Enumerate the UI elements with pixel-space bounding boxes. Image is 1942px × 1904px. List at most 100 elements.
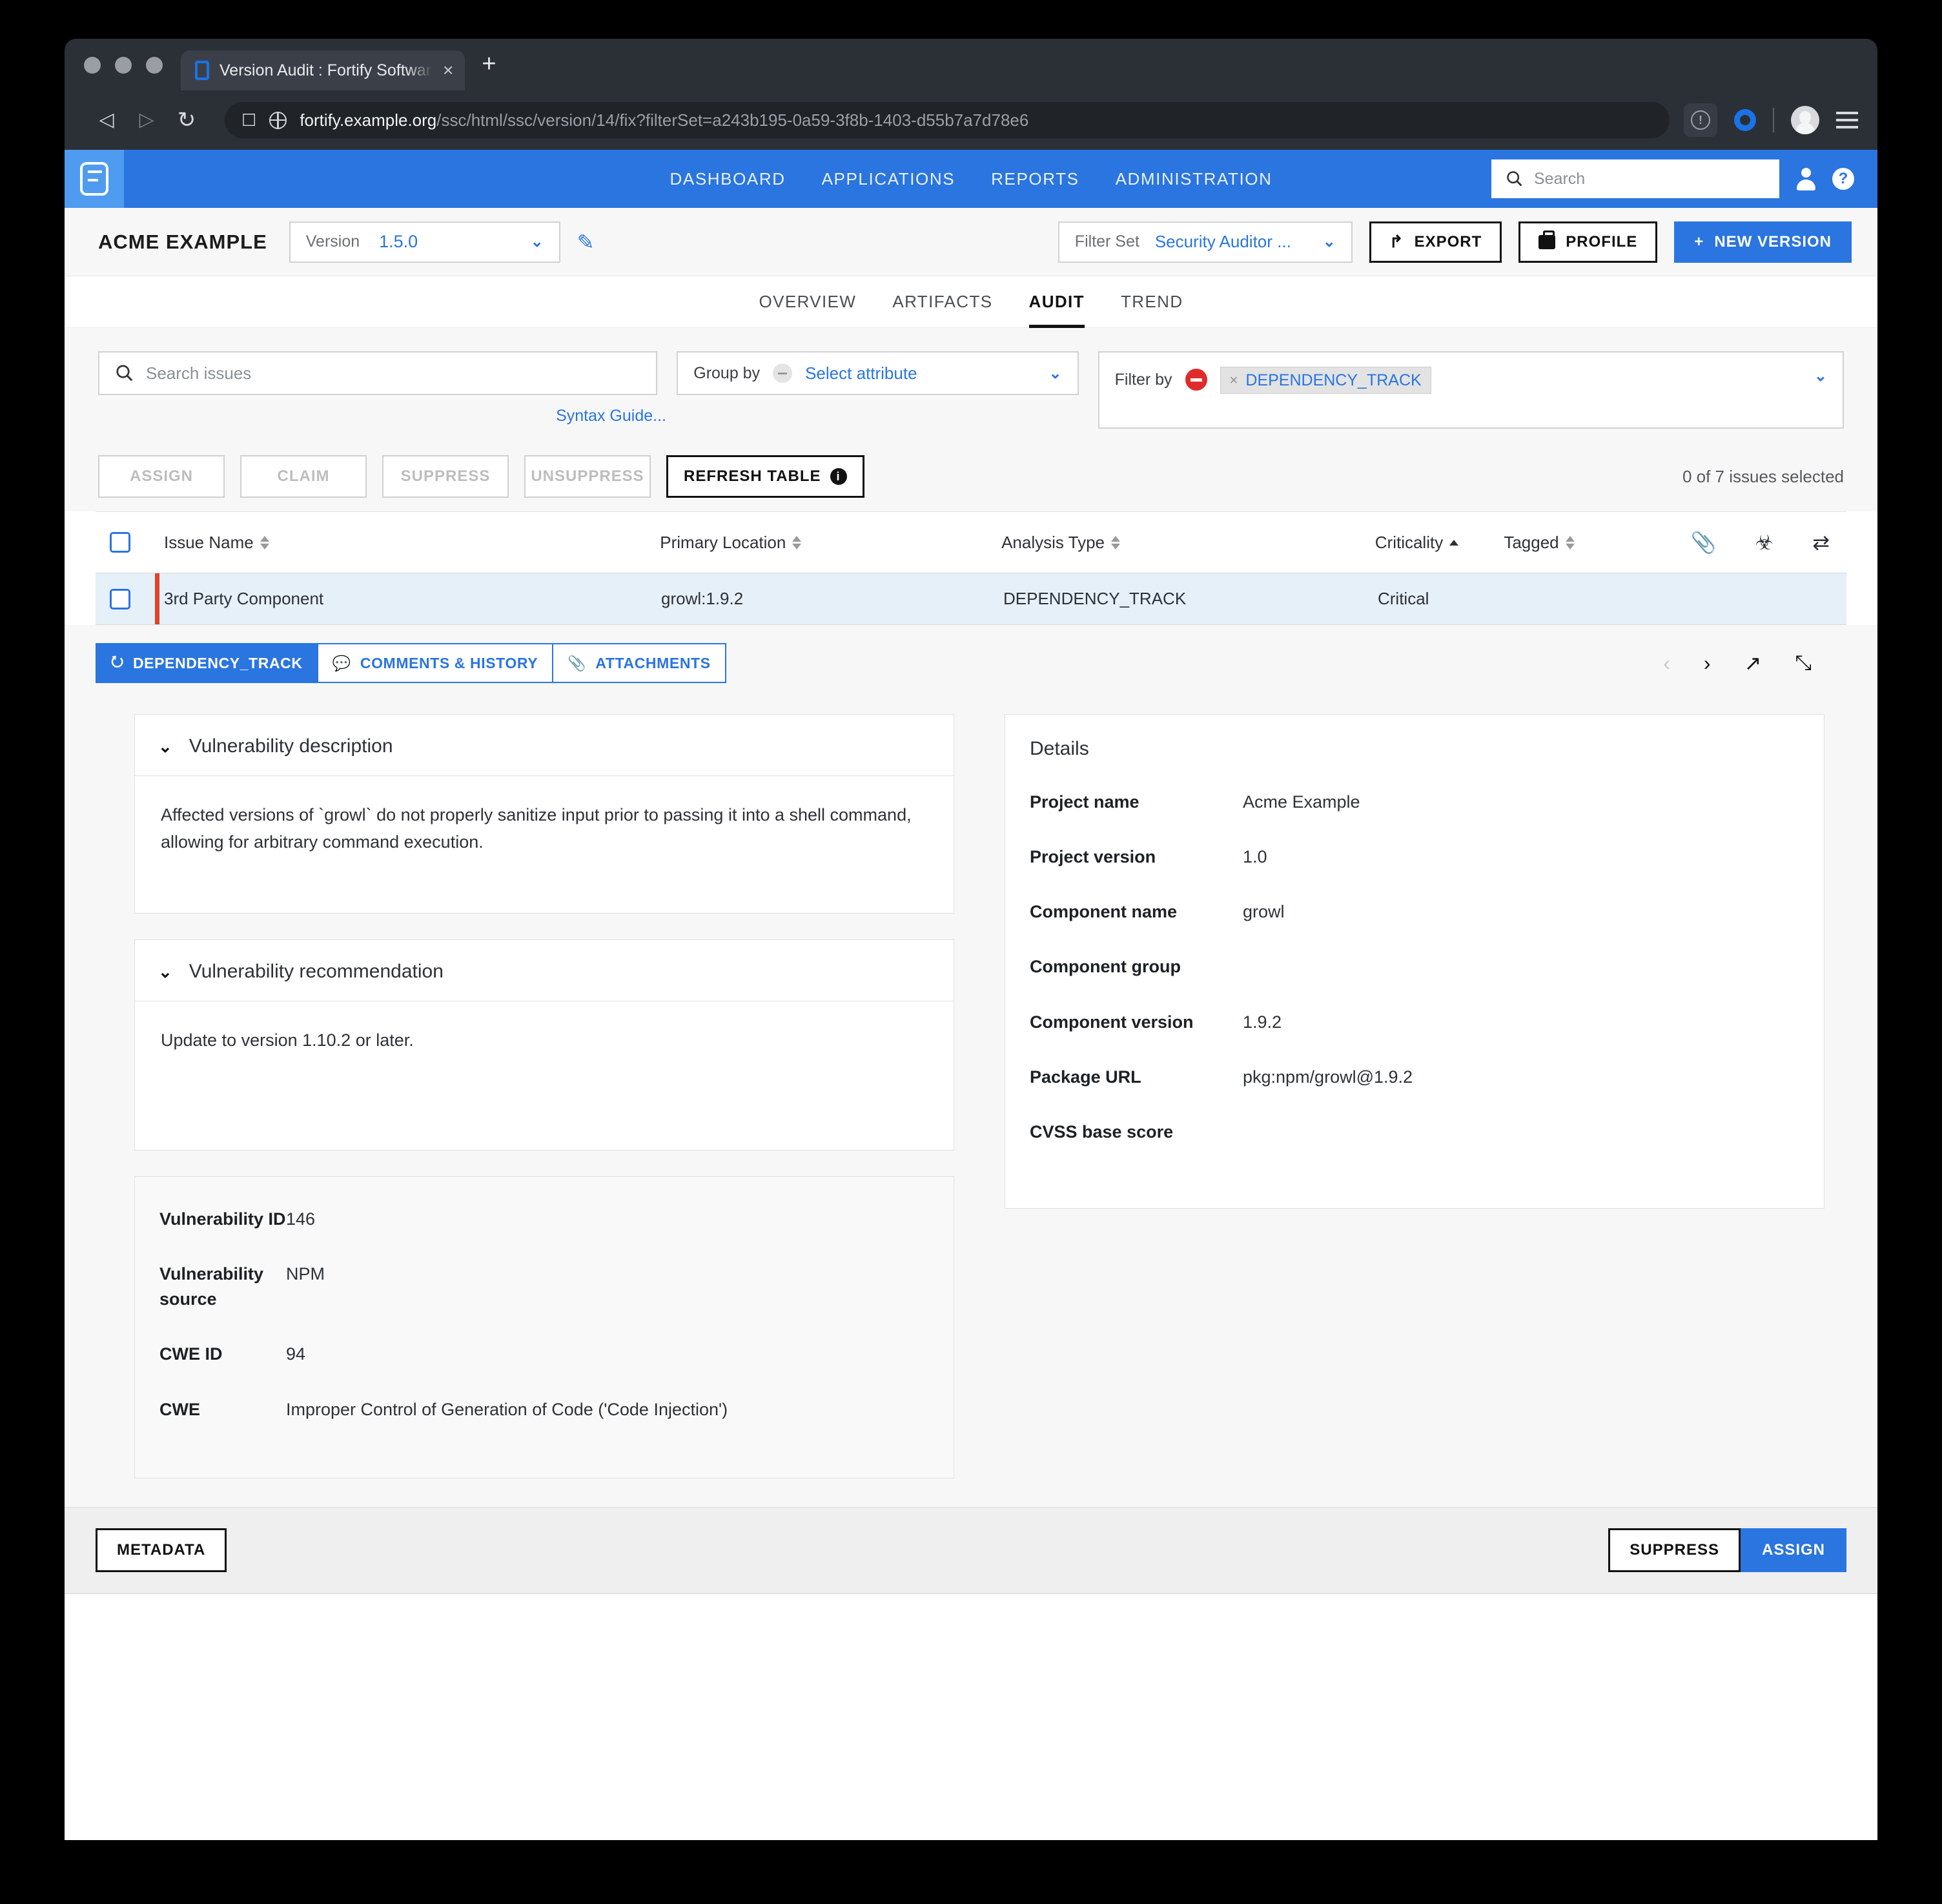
column-header-issue-name[interactable]: Issue Name <box>164 533 660 553</box>
nav-item-reports[interactable]: REPORTS <box>991 169 1079 189</box>
detail-footer-right: SUPPRESS ASSIGN <box>1608 1528 1846 1573</box>
next-issue-icon[interactable]: › <box>1704 651 1711 675</box>
transfer-icon[interactable]: ⇄ <box>1812 530 1830 555</box>
cell-primary-location: growl:1.9.2 <box>661 589 744 608</box>
search-icon <box>1507 171 1522 187</box>
open-external-icon[interactable]: ↗ <box>1744 651 1762 675</box>
filter-set-selector[interactable]: Filter Set Security Auditor ... ⌄ <box>1058 221 1353 263</box>
tab-title: Version Audit : Fortify Software S <box>220 61 433 79</box>
global-search-input[interactable]: Search <box>1491 159 1779 198</box>
suppress-button[interactable]: SUPPRESS <box>1608 1528 1741 1573</box>
syntax-guide-link[interactable]: Syntax Guide... <box>98 407 666 425</box>
card-header[interactable]: ⌄ Vulnerability description <box>135 715 954 776</box>
details-row: Project name Acme Example <box>1022 790 1801 845</box>
version-selector[interactable]: Version 1.5.0 ⌄ <box>289 221 560 263</box>
assign-button[interactable]: ASSIGN <box>98 455 225 498</box>
edit-version-icon[interactable]: ✎ <box>577 230 595 254</box>
chevron-down-icon[interactable]: ⌄ <box>531 232 544 251</box>
browser-menu-icon[interactable] <box>1836 112 1858 128</box>
tab-artifacts[interactable]: ARTIFACTS <box>892 276 992 328</box>
plus-icon: + <box>1694 232 1704 251</box>
meta-key: Vulnerability source <box>159 1264 264 1309</box>
window-controls[interactable] <box>84 57 163 90</box>
new-tab-button[interactable]: + <box>465 52 506 90</box>
new-version-button[interactable]: + NEW VERSION <box>1674 221 1852 263</box>
details-key: Project name <box>1030 792 1140 812</box>
select-all-checkbox[interactable] <box>110 532 130 553</box>
column-header-criticality[interactable]: Criticality <box>1375 533 1504 553</box>
forward-button[interactable]: ▷ <box>127 110 167 130</box>
metadata-button[interactable]: METADATA <box>96 1528 227 1573</box>
profile-button[interactable]: PROFILE <box>1518 221 1658 263</box>
exclude-icon[interactable] <box>1185 369 1207 391</box>
help-icon[interactable]: ? <box>1832 168 1854 190</box>
page-tabs: OVERVIEW ARTIFACTS AUDIT TREND <box>65 276 1877 328</box>
site-info-icon[interactable] <box>269 111 287 129</box>
minimize-window-button[interactable] <box>115 57 132 74</box>
chevron-down-icon[interactable]: ⌄ <box>1323 232 1336 251</box>
nav-item-dashboard[interactable]: DASHBOARD <box>670 169 786 189</box>
reload-button[interactable]: ↻ <box>167 109 207 131</box>
back-button[interactable]: ◁ <box>87 110 127 130</box>
browser-toolbar-right: ! <box>1684 103 1858 137</box>
tab-overview[interactable]: OVERVIEW <box>759 276 856 328</box>
bookmark-icon[interactable]: ☐ <box>241 110 256 130</box>
address-bar[interactable]: ☐ fortify.example.org/ssc/html/ssc/versi… <box>225 102 1670 138</box>
attachment-icon[interactable]: 📎 <box>1691 530 1717 555</box>
chevron-down-icon[interactable]: ⌄ <box>158 962 172 982</box>
export-button[interactable]: ↱ EXPORT <box>1369 221 1502 263</box>
selection-count: 0 of 7 issues selected <box>1682 466 1844 486</box>
vulnerability-meta-card: Vulnerability ID 146 Vulnerability sourc… <box>134 1176 954 1479</box>
group-by-value: Select attribute <box>805 363 917 383</box>
details-row: Component name growl <box>1022 899 1801 954</box>
card-header[interactable]: ⌄ Vulnerability recommendation <box>135 940 954 1001</box>
detail-tab-dependency-track[interactable]: ⭮ DEPENDENCY_TRACK <box>96 643 318 683</box>
expand-icon[interactable]: ⤡ <box>1795 651 1812 675</box>
nav-item-administration[interactable]: ADMINISTRATION <box>1116 169 1273 189</box>
details-value: growl <box>1243 902 1285 922</box>
filter-by-selector[interactable]: Filter by × DEPENDENCY_TRACK ⌄ <box>1098 351 1844 429</box>
cell-criticality: Critical <box>1378 589 1429 608</box>
tab-audit[interactable]: AUDIT <box>1028 276 1085 328</box>
assign-button[interactable]: ASSIGN <box>1740 1528 1846 1573</box>
search-issues-input[interactable]: Search issues <box>98 351 658 395</box>
card-body: Update to version 1.10.2 or later. <box>161 1030 414 1050</box>
filter-chip[interactable]: × DEPENDENCY_TRACK <box>1220 367 1431 394</box>
suppress-button[interactable]: SUPPRESS <box>382 455 509 498</box>
close-window-button[interactable] <box>84 57 101 74</box>
row-checkbox[interactable] <box>110 588 130 609</box>
detail-tab-attachments[interactable]: 📎 ATTACHMENTS <box>552 643 726 683</box>
prev-issue-icon[interactable]: ‹ <box>1663 651 1670 675</box>
maximize-window-button[interactable] <box>146 57 163 74</box>
meta-row: Vulnerability source NPM <box>152 1262 930 1342</box>
column-header-analysis-type[interactable]: Analysis Type <box>1001 533 1375 553</box>
claim-button[interactable]: CLAIM <box>240 455 367 498</box>
chevron-down-icon[interactable]: ⌄ <box>158 737 172 757</box>
password-manager-icon[interactable]: ! <box>1684 103 1717 137</box>
attachment-icon: 📎 <box>567 654 587 671</box>
bug-icon[interactable]: ☣ <box>1755 530 1774 555</box>
close-tab-icon[interactable]: × <box>443 61 453 79</box>
detail-tab-comments-history[interactable]: 💬 COMMENTS & HISTORY <box>316 643 554 683</box>
refresh-table-button[interactable]: REFRESH TABLE i <box>666 455 864 498</box>
browser-tab[interactable]: Version Audit : Fortify Software S × <box>181 50 465 90</box>
column-header-tagged[interactable]: Tagged <box>1504 533 1690 553</box>
detail-tabs: ⭮ DEPENDENCY_TRACK 💬 COMMENTS & HISTORY … <box>96 643 1846 683</box>
unsuppress-button[interactable]: UNSUPPRESS <box>524 455 651 498</box>
profile-avatar[interactable] <box>1791 106 1819 134</box>
chevron-down-icon[interactable]: ⌄ <box>1814 367 1827 385</box>
remove-chip-icon[interactable]: × <box>1230 372 1238 389</box>
group-by-selector[interactable]: Group by Select attribute ⌄ <box>677 351 1079 395</box>
tab-trend[interactable]: TREND <box>1121 276 1183 328</box>
column-header-primary-location[interactable]: Primary Location <box>660 533 1001 553</box>
detail-tab-label: COMMENTS & HISTORY <box>360 654 538 671</box>
nav-item-applications[interactable]: APPLICATIONS <box>822 169 956 189</box>
table-row[interactable]: 3rd Party Component growl:1.9.2 DEPENDEN… <box>96 573 1846 625</box>
detail-left-column: ⌄ Vulnerability description Affected ver… <box>134 714 954 1479</box>
extension-icon[interactable] <box>1734 109 1756 131</box>
cell-issue-name: 3rd Party Component <box>164 589 324 608</box>
column-label: Tagged <box>1504 532 1559 552</box>
user-account-icon[interactable] <box>1796 168 1815 190</box>
chevron-down-icon[interactable]: ⌄ <box>1049 364 1062 383</box>
criticality-indicator <box>155 573 159 624</box>
